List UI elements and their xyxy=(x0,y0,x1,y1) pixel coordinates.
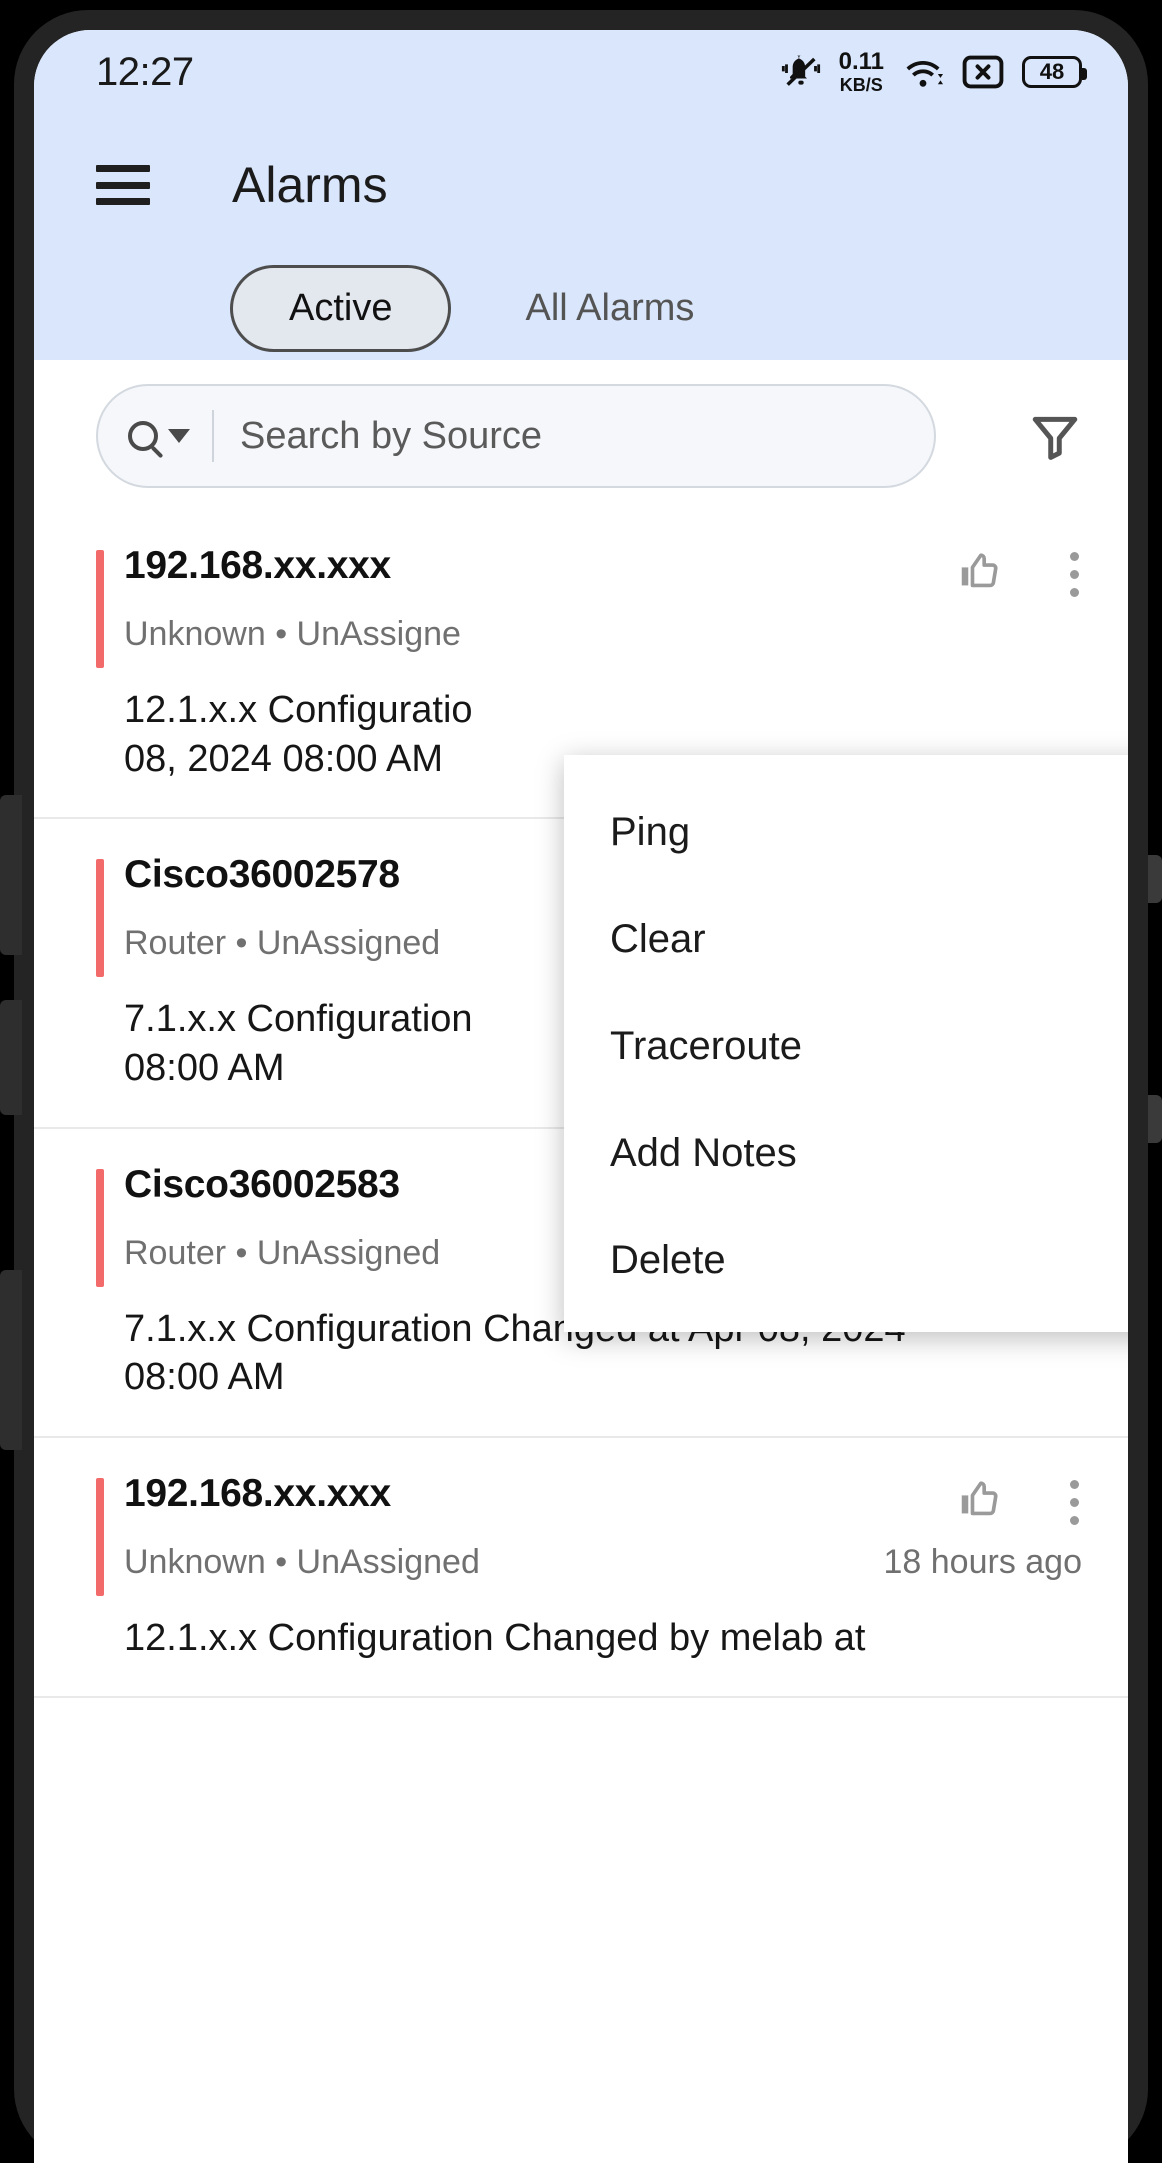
alarm-message: 12.1.x.x Configuration Changed by melab … xyxy=(96,1614,1082,1663)
search-row xyxy=(34,360,1128,510)
alarm-message-line-1: 12.1.x.x Configuration Changed by melab … xyxy=(124,1614,1082,1663)
status-bar-icons: 0.11 KB/S xyxy=(781,50,1082,94)
tab-active[interactable]: Active xyxy=(230,265,451,352)
kebab-dot xyxy=(1070,1498,1079,1507)
alarm-source: Cisco36002578 xyxy=(124,853,400,897)
context-menu: Ping Clear Traceroute Add Notes Delete xyxy=(564,755,1128,1332)
alarm-source: Cisco36002583 xyxy=(124,1163,400,1207)
alarm-source: 192.168.xx.xxx xyxy=(124,1472,391,1516)
hamburger-line xyxy=(96,182,150,189)
battery-level-label: 48 xyxy=(1040,59,1064,85)
kebab-menu-icon[interactable] xyxy=(1058,1476,1082,1529)
search-icon xyxy=(128,421,158,451)
alarm-meta-row: Unknown • UnAssigned 18 hours ago xyxy=(96,1543,1082,1582)
alarm-message-line-1: 12.1.x.x Configuratio xyxy=(124,686,1082,735)
kebab-dot xyxy=(1070,1516,1079,1525)
phone-right-button-2 xyxy=(1148,1095,1162,1143)
alarm-card-actions xyxy=(956,544,1082,601)
kebab-menu-icon[interactable] xyxy=(1058,548,1082,601)
chevron-down-icon xyxy=(168,429,190,443)
hamburger-icon[interactable] xyxy=(96,165,150,205)
alarm-card[interactable]: 192.168.xx.xxx xyxy=(34,1438,1128,1699)
phone-frame: 12:27 0.11 KB/S xyxy=(0,0,1162,2163)
phone-side-button-2 xyxy=(0,1000,22,1115)
kebab-dot xyxy=(1070,1480,1079,1489)
search-box[interactable] xyxy=(96,384,936,488)
alarm-card-actions xyxy=(956,1472,1082,1529)
search-input[interactable] xyxy=(240,415,904,458)
search-scope-selector[interactable] xyxy=(128,410,214,462)
wifi-icon xyxy=(902,54,944,90)
alarm-source: 192.168.xx.xxx xyxy=(124,544,391,588)
severity-indicator xyxy=(96,859,104,977)
alarm-subtitle: Unknown • UnAssigne xyxy=(124,615,461,654)
network-speed-unit: KB/S xyxy=(840,76,883,94)
tab-bar: Active All Alarms xyxy=(34,256,1128,360)
status-bar: 12:27 0.11 KB/S xyxy=(34,30,1128,114)
alarm-meta-row: Unknown • UnAssigne xyxy=(96,615,1082,654)
phone-right-button-1 xyxy=(1148,855,1162,903)
alarm-subtitle: Unknown • UnAssigned xyxy=(124,1543,480,1582)
severity-indicator xyxy=(96,550,104,668)
battery-icon: 48 xyxy=(1022,56,1082,88)
phone-side-button-3 xyxy=(0,1270,22,1450)
phone-screen: 12:27 0.11 KB/S xyxy=(34,30,1128,2163)
menu-item-ping[interactable]: Ping xyxy=(564,779,1128,886)
tab-all-alarms[interactable]: All Alarms xyxy=(525,287,694,330)
severity-indicator xyxy=(96,1169,104,1287)
thumbs-up-icon[interactable] xyxy=(956,1477,1002,1528)
thumbs-up-icon[interactable] xyxy=(956,549,1002,600)
status-bar-clock: 12:27 xyxy=(96,50,194,95)
phone-side-button-1 xyxy=(0,795,22,955)
network-speed-value: 0.11 xyxy=(839,50,884,74)
hamburger-line xyxy=(96,198,150,205)
kebab-dot xyxy=(1070,588,1079,597)
alarm-message-line-2: 08:00 AM xyxy=(124,1353,1082,1402)
severity-indicator xyxy=(96,1478,104,1596)
bell-mute-icon xyxy=(781,52,821,92)
menu-item-traceroute[interactable]: Traceroute xyxy=(564,993,1128,1100)
alarm-subtitle: Router • UnAssigned xyxy=(124,1234,440,1273)
hamburger-line xyxy=(96,165,150,172)
filter-funnel-icon[interactable] xyxy=(994,409,1082,463)
app-bar: Alarms xyxy=(34,114,1128,256)
kebab-dot xyxy=(1070,570,1079,579)
alarm-card-header: 192.168.xx.xxx xyxy=(96,544,1082,601)
page-title: Alarms xyxy=(232,156,388,214)
alarm-card-header: 192.168.xx.xxx xyxy=(96,1472,1082,1529)
x-box-icon xyxy=(962,55,1004,89)
network-speed-indicator: 0.11 KB/S xyxy=(839,50,884,94)
alarm-time-ago: 18 hours ago xyxy=(884,1543,1083,1582)
menu-item-add-notes[interactable]: Add Notes xyxy=(564,1100,1128,1207)
menu-item-delete[interactable]: Delete xyxy=(564,1207,1128,1314)
alarm-subtitle: Router • UnAssigned xyxy=(124,924,440,963)
kebab-dot xyxy=(1070,552,1079,561)
menu-item-clear[interactable]: Clear xyxy=(564,886,1128,993)
